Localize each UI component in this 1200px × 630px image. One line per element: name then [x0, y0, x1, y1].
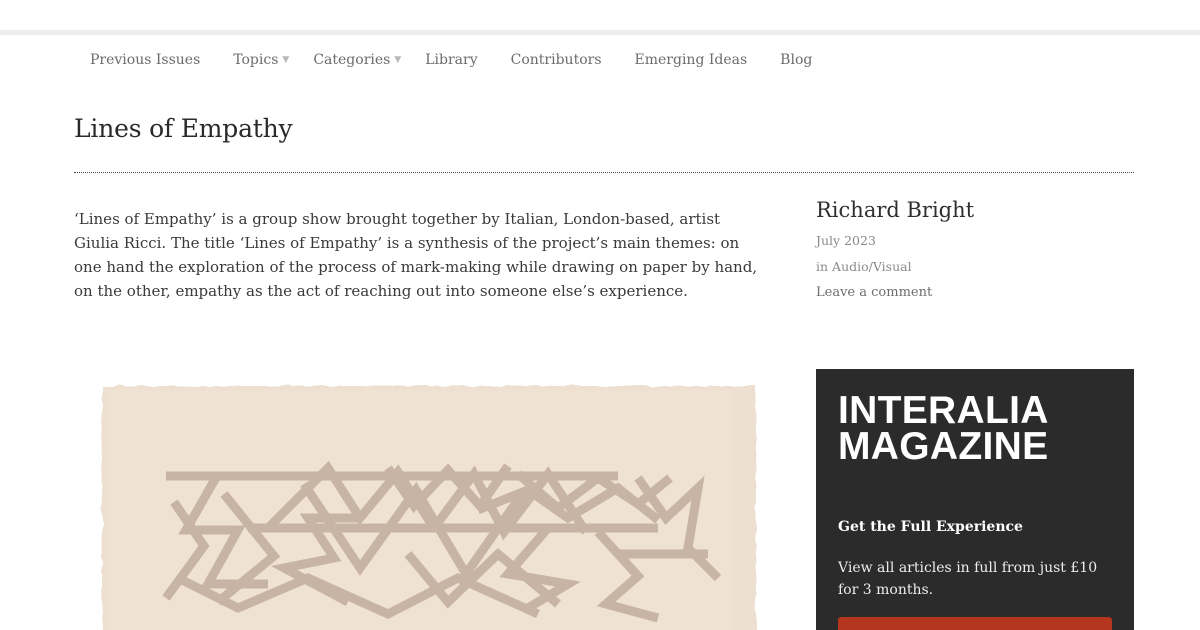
category-prefix: in — [816, 259, 829, 274]
subscription-promo: INTERALIA MAGAZINE Get the Full Experien… — [816, 369, 1134, 630]
promo-heading: Get the Full Experience — [838, 519, 1023, 535]
main-nav: Previous Issues Topics ▼ Categories ▼ Li… — [90, 48, 845, 72]
nav-label: Emerging Ideas — [634, 52, 748, 68]
artwork-image — [98, 378, 766, 630]
nav-item-topics[interactable]: Topics ▼ — [233, 52, 289, 68]
nav-item-previous-issues[interactable]: Previous Issues — [90, 52, 200, 68]
subscribe-button[interactable] — [838, 617, 1112, 630]
brand-line-2: MAGAZINE — [838, 425, 1049, 468]
article-meta: Richard Bright July 2023 in Audio/Visual… — [816, 198, 1134, 306]
nav-label: Previous Issues — [90, 52, 201, 68]
nav-label: Categories — [313, 52, 391, 68]
caret-down-icon: ▼ — [394, 55, 402, 65]
publish-date: July 2023 — [816, 233, 876, 248]
top-divider — [0, 30, 1200, 35]
article-intro: ‘Lines of Empathy’ is a group show broug… — [74, 210, 758, 300]
page-title: Lines of Empathy — [74, 114, 293, 143]
nav-label: Library — [425, 52, 478, 68]
caret-down-icon: ▼ — [282, 55, 290, 65]
leave-comment-link[interactable]: Leave a comment — [816, 280, 1134, 306]
category-link[interactable]: Audio/Visual — [832, 259, 912, 274]
nav-label: Topics — [233, 52, 279, 68]
nav-item-blog[interactable]: Blog — [780, 52, 812, 68]
title-divider — [74, 172, 1134, 173]
nav-label: Contributors — [510, 52, 602, 68]
nav-item-contributors[interactable]: Contributors — [511, 52, 602, 68]
nav-label: Blog — [780, 52, 813, 68]
nav-item-emerging-ideas[interactable]: Emerging Ideas — [635, 52, 748, 68]
nav-item-library[interactable]: Library — [425, 52, 477, 68]
category-line: in Audio/Visual — [816, 254, 1134, 280]
promo-text: View all articles in full from just £10 … — [838, 560, 1098, 598]
promo-brand-logo: INTERALIA MAGAZINE — [838, 391, 1049, 468]
geometric-drawing — [98, 378, 766, 630]
nav-item-categories[interactable]: Categories ▼ — [313, 52, 401, 68]
author-name[interactable]: Richard Bright — [816, 198, 1134, 222]
